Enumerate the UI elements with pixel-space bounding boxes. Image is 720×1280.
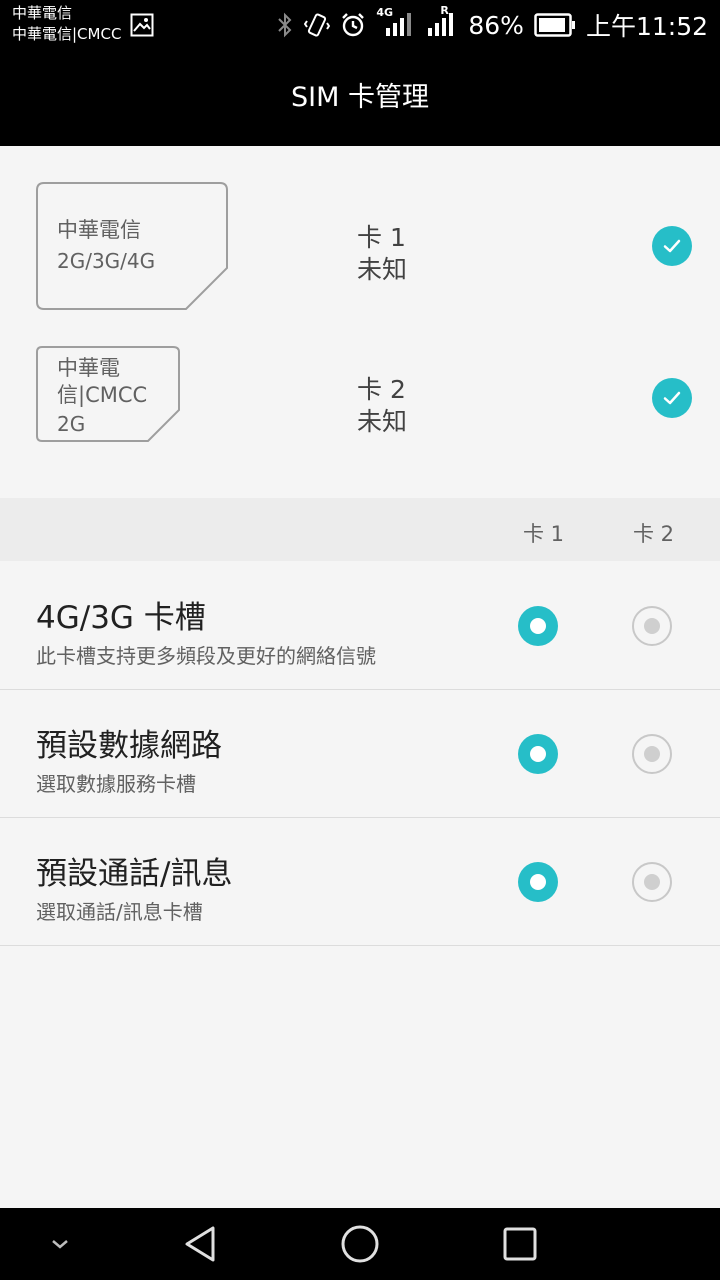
radio-card-1-selected[interactable] [518, 606, 558, 646]
sim-slot-1-row: 中華電信 2G/3G/4G 卡 1 未知 [0, 146, 720, 322]
page-title: SIM 卡管理 [0, 50, 720, 146]
carrier-2-label: 中華電信|CMCC [12, 25, 122, 43]
radio-card-1-selected[interactable] [518, 734, 558, 774]
setting-title: 4G/3G 卡槽 [36, 600, 206, 636]
column-header-card-1: 卡 1 [523, 522, 565, 546]
status-bar: 中華電信 中華電信|CMCC 4G R 86% 上午11:52 [0, 0, 720, 50]
radio-card-1-selected[interactable] [518, 862, 558, 902]
alarm-icon [342, 13, 365, 37]
battery-percent: 86% [468, 10, 524, 40]
signal-4g-icon: 4G [376, 6, 416, 40]
home-icon[interactable] [336, 1208, 384, 1280]
sim-1-enable-toggle[interactable] [652, 226, 692, 266]
bluetooth-icon [278, 12, 292, 38]
radio-card-2[interactable] [632, 734, 672, 774]
sim-2-slot-label: 卡 2 [357, 375, 406, 404]
sim-2-enable-toggle[interactable] [652, 378, 692, 418]
setting-subtitle: 選取數據服務卡槽 [36, 772, 196, 796]
clock: 上午11:52 [585, 12, 708, 41]
sim-card-2-network: 2G [57, 412, 86, 436]
sim-1-info: 卡 1 未知 [357, 222, 407, 286]
radio-card-2[interactable] [632, 606, 672, 646]
sim-card-1-graphic: 中華電信 2G/3G/4G [36, 182, 228, 310]
signal-roaming-icon: R [426, 4, 458, 40]
setting-row-4g-slot[interactable]: 4G/3G 卡槽 此卡槽支持更多頻段及更好的網絡信號 [0, 562, 720, 690]
carrier-names: 中華電信 中華電信|CMCC [12, 3, 121, 45]
sim-2-info: 卡 2 未知 [357, 374, 407, 438]
setting-subtitle: 此卡槽支持更多頻段及更好的網絡信號 [36, 644, 376, 668]
gallery-icon [130, 13, 154, 37]
back-icon[interactable] [176, 1208, 224, 1280]
recents-icon[interactable] [496, 1208, 544, 1280]
navigation-bar [0, 1208, 720, 1280]
column-header-card-2: 卡 2 [633, 522, 675, 546]
setting-title: 預設通話/訊息 [36, 856, 233, 892]
hide-keyboard-icon[interactable] [40, 1208, 80, 1280]
setting-title: 預設數據網路 [36, 728, 222, 764]
sim-1-status: 未知 [357, 255, 408, 284]
sim-card-2-graphic: 中華電 信|CMCC 2G [36, 346, 180, 442]
vibrate-icon [304, 13, 331, 37]
battery-icon [534, 13, 575, 37]
check-icon [663, 391, 681, 405]
radio-card-2[interactable] [632, 862, 672, 902]
sim-1-slot-label: 卡 1 [357, 223, 406, 252]
setting-row-default-data[interactable]: 預設數據網路 選取數據服務卡槽 [0, 690, 720, 818]
check-icon [663, 239, 681, 253]
sim-card-1-carrier: 中華電信 [57, 218, 141, 242]
sim-card-2-carrier-line2: 信|CMCC [57, 383, 148, 407]
sim-slot-2-row: 中華電 信|CMCC 2G 卡 2 未知 [0, 322, 720, 498]
sim-2-status: 未知 [357, 407, 408, 436]
setting-row-default-call-sms[interactable]: 預設通話/訊息 選取通話/訊息卡槽 [0, 818, 720, 946]
sim-card-2-carrier-line1: 中華電 [57, 356, 120, 380]
setting-subtitle: 選取通話/訊息卡槽 [36, 900, 203, 924]
sim-card-1-network: 2G/3G/4G [57, 249, 156, 273]
slot-column-header: 卡 1 卡 2 [0, 498, 720, 561]
carrier-1-label: 中華電信 [12, 4, 73, 22]
